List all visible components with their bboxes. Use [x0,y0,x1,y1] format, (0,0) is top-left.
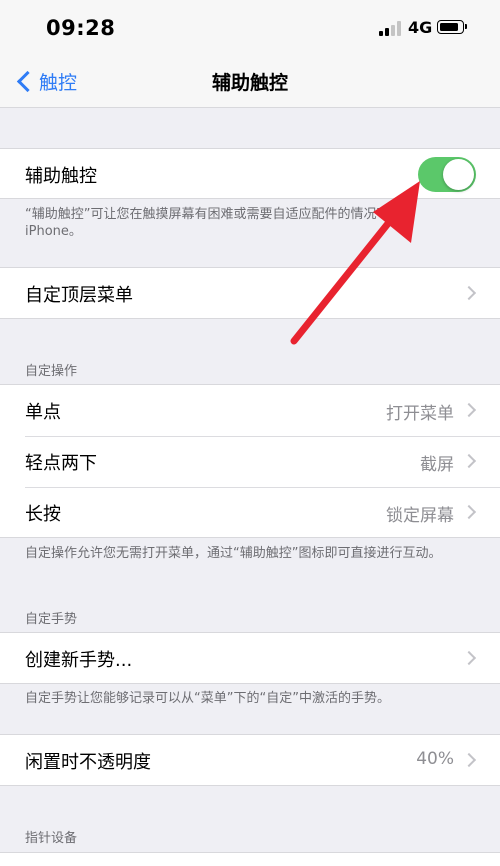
double-tap-row[interactable]: 轻点两下 截屏 [0,436,500,487]
page-title: 辅助触控 [211,72,288,94]
custom-actions-footer: 自定操作允许您无需打开菜单，通过“辅助触控”图标即可直接进行互动。 [25,546,442,561]
long-press-row[interactable]: 长按 锁定屏幕 [0,487,500,538]
custom-gestures-header: 自定手势 [25,612,78,627]
signal-bars-icon [379,20,403,36]
idle-opacity-group: 闲置时不透明度 40% [0,734,500,786]
status-bar: 09:28 4G [0,0,500,55]
single-tap-label: 单点 [25,401,61,423]
idle-opacity-label: 闲置时不透明度 [25,751,151,773]
pointer-devices-group [0,852,500,866]
chevron-right-icon [461,402,477,418]
status-time: 09:28 [46,16,116,40]
idle-opacity-value: 40% [416,749,454,769]
custom-gestures-footer: 自定手势让您能够记录可以从“菜单”下的“自定”中激活的手势。 [25,691,390,706]
chevron-right-icon [461,752,477,768]
customize-top-menu-label: 自定顶层菜单 [25,284,133,306]
chevron-right-icon [461,650,477,666]
pointer-devices-header: 指针设备 [25,831,78,846]
long-press-label: 长按 [25,503,61,525]
navigation-bar: 触控 辅助触控 [0,55,500,108]
double-tap-label: 轻点两下 [25,452,97,474]
create-gesture-row[interactable]: 创建新手势... [0,633,500,684]
assistive-touch-row: 辅助触控 [0,149,500,200]
double-tap-value: 截屏 [420,455,454,475]
chevron-right-icon [461,453,477,469]
customize-menu-group: 自定顶层菜单 [0,267,500,319]
assistive-touch-footer: “辅助触控”可让您在触摸屏幕有困难或需要自适应配件的情况下使用iPhone。 [25,207,416,239]
network-type: 4G [408,18,433,37]
custom-gestures-group: 创建新手势... [0,632,500,684]
customize-top-menu-row[interactable]: 自定顶层菜单 [0,268,500,319]
assistive-touch-label: 辅助触控 [25,165,97,187]
custom-actions-header: 自定操作 [25,364,78,379]
long-press-value: 锁定屏幕 [386,506,454,526]
single-tap-row[interactable]: 单点 打开菜单 [0,385,500,436]
single-tap-value: 打开菜单 [386,404,454,424]
assistive-touch-toggle[interactable] [418,157,476,192]
create-gesture-label: 创建新手势... [25,649,133,671]
battery-icon [437,20,467,34]
assistive-touch-group: 辅助触控 [0,148,500,199]
chevron-right-icon [461,285,477,301]
custom-actions-group: 单点 打开菜单 轻点两下 截屏 长按 锁定屏幕 [0,384,500,538]
toggle-knob [443,159,474,190]
chevron-right-icon [461,504,477,520]
idle-opacity-row[interactable]: 闲置时不透明度 40% [0,735,500,786]
